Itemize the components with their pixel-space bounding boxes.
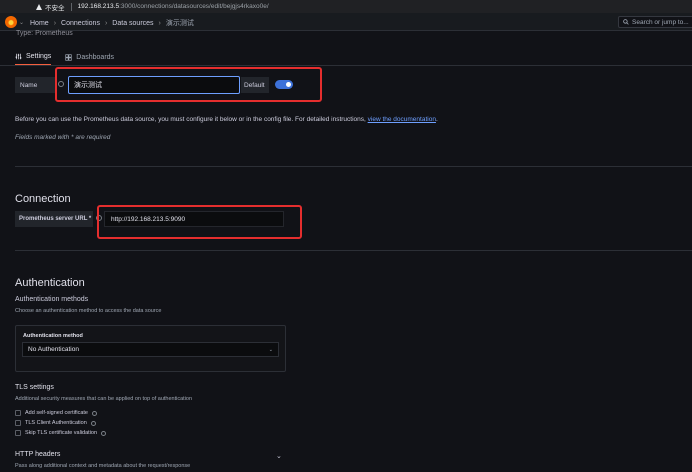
checkbox[interactable] <box>15 410 21 416</box>
auth-methods-title: Authentication methods <box>15 296 89 303</box>
connection-heading: Connection <box>15 193 71 205</box>
breadcrumb-home[interactable]: Home <box>30 20 49 27</box>
tab-dashboards-label: Dashboards <box>76 54 115 61</box>
intro-body: Before you can use the Prometheus data s… <box>15 116 368 123</box>
breadcrumb-connections[interactable]: Connections <box>61 20 100 27</box>
info-icon[interactable] <box>101 430 107 436</box>
chevron-down-icon[interactable]: ⌄ <box>276 452 282 460</box>
tls-option-label: Skip TLS certificate validation <box>25 430 98 436</box>
tls-option-skip-verify[interactable]: Skip TLS certificate validation <box>15 430 107 436</box>
breadcrumb-data-sources[interactable]: Data sources <box>112 20 153 27</box>
tls-option-label: Add self-signed certificate <box>25 410 88 416</box>
tls-option-label: TLS Client Authentication <box>25 420 87 426</box>
auth-method-value: No Authentication <box>28 346 79 353</box>
auth-method-select[interactable]: No Authentication ⌄ <box>22 342 279 357</box>
checkbox[interactable] <box>15 430 21 436</box>
browser-address-bar[interactable]: 不安全 192.168.213.5:3000/connections/datas… <box>0 0 692 13</box>
url-host: 192.168.213.5 <box>77 3 120 10</box>
auth-method-label: Authentication method <box>23 333 83 339</box>
security-warning[interactable]: 不安全 <box>36 2 65 12</box>
intro-tail: . <box>435 116 438 123</box>
chevron-down-icon[interactable]: ⌄ <box>19 19 24 26</box>
url-path: :3000/connections/datasources/edit/bejgj… <box>119 3 269 10</box>
info-icon[interactable] <box>91 410 97 416</box>
tls-option-self-signed[interactable]: Add self-signed certificate <box>15 410 97 416</box>
http-headers-title[interactable]: HTTP headers <box>15 451 60 458</box>
documentation-link[interactable]: view the documentation <box>368 116 436 123</box>
datasource-type: Type: Prometheus <box>16 30 73 37</box>
security-label: 不安全 <box>45 4 65 12</box>
fields-required-note: Fields marked with * are required <box>15 134 111 141</box>
info-icon[interactable] <box>90 420 96 426</box>
server-url-label: Prometheus server URL * <box>15 211 93 227</box>
breadcrumb: Home › Connections › Data sources › 演示测试 <box>30 18 194 28</box>
authentication-heading: Authentication <box>15 277 85 289</box>
tls-description: Additional security measures that can be… <box>15 396 193 402</box>
tls-option-client-auth[interactable]: TLS Client Authentication <box>15 420 96 426</box>
highlight-box-url <box>97 205 302 239</box>
search-placeholder: Search or jump to... <box>632 18 689 26</box>
tab-settings-label: Settings <box>26 53 52 60</box>
dashboard-grid-icon <box>65 54 72 61</box>
intro-text: Before you can use the Prometheus data s… <box>15 116 438 123</box>
name-label: Name <box>15 77 55 93</box>
search-icon <box>623 19 629 25</box>
http-headers-description: Pass along additional context and metada… <box>15 463 191 469</box>
grafana-logo-icon[interactable] <box>5 16 17 28</box>
chevron-down-icon: ⌄ <box>268 346 273 353</box>
chevron-right-icon: › <box>104 19 108 27</box>
warning-icon <box>36 3 42 10</box>
tab-divider <box>0 65 692 66</box>
search-input[interactable]: Search or jump to... <box>618 16 692 28</box>
tls-title: TLS settings <box>15 384 54 391</box>
sliders-icon <box>15 53 22 60</box>
auth-methods-description: Choose an authentication method to acces… <box>15 308 162 314</box>
section-divider <box>15 166 692 167</box>
section-divider <box>15 250 692 251</box>
breadcrumb-current: 演示测试 <box>165 20 194 27</box>
chevron-right-icon: › <box>158 19 161 27</box>
url-divider <box>70 2 72 11</box>
chevron-right-icon: › <box>53 19 57 27</box>
checkbox[interactable] <box>15 420 21 426</box>
highlight-box-name <box>55 67 322 102</box>
